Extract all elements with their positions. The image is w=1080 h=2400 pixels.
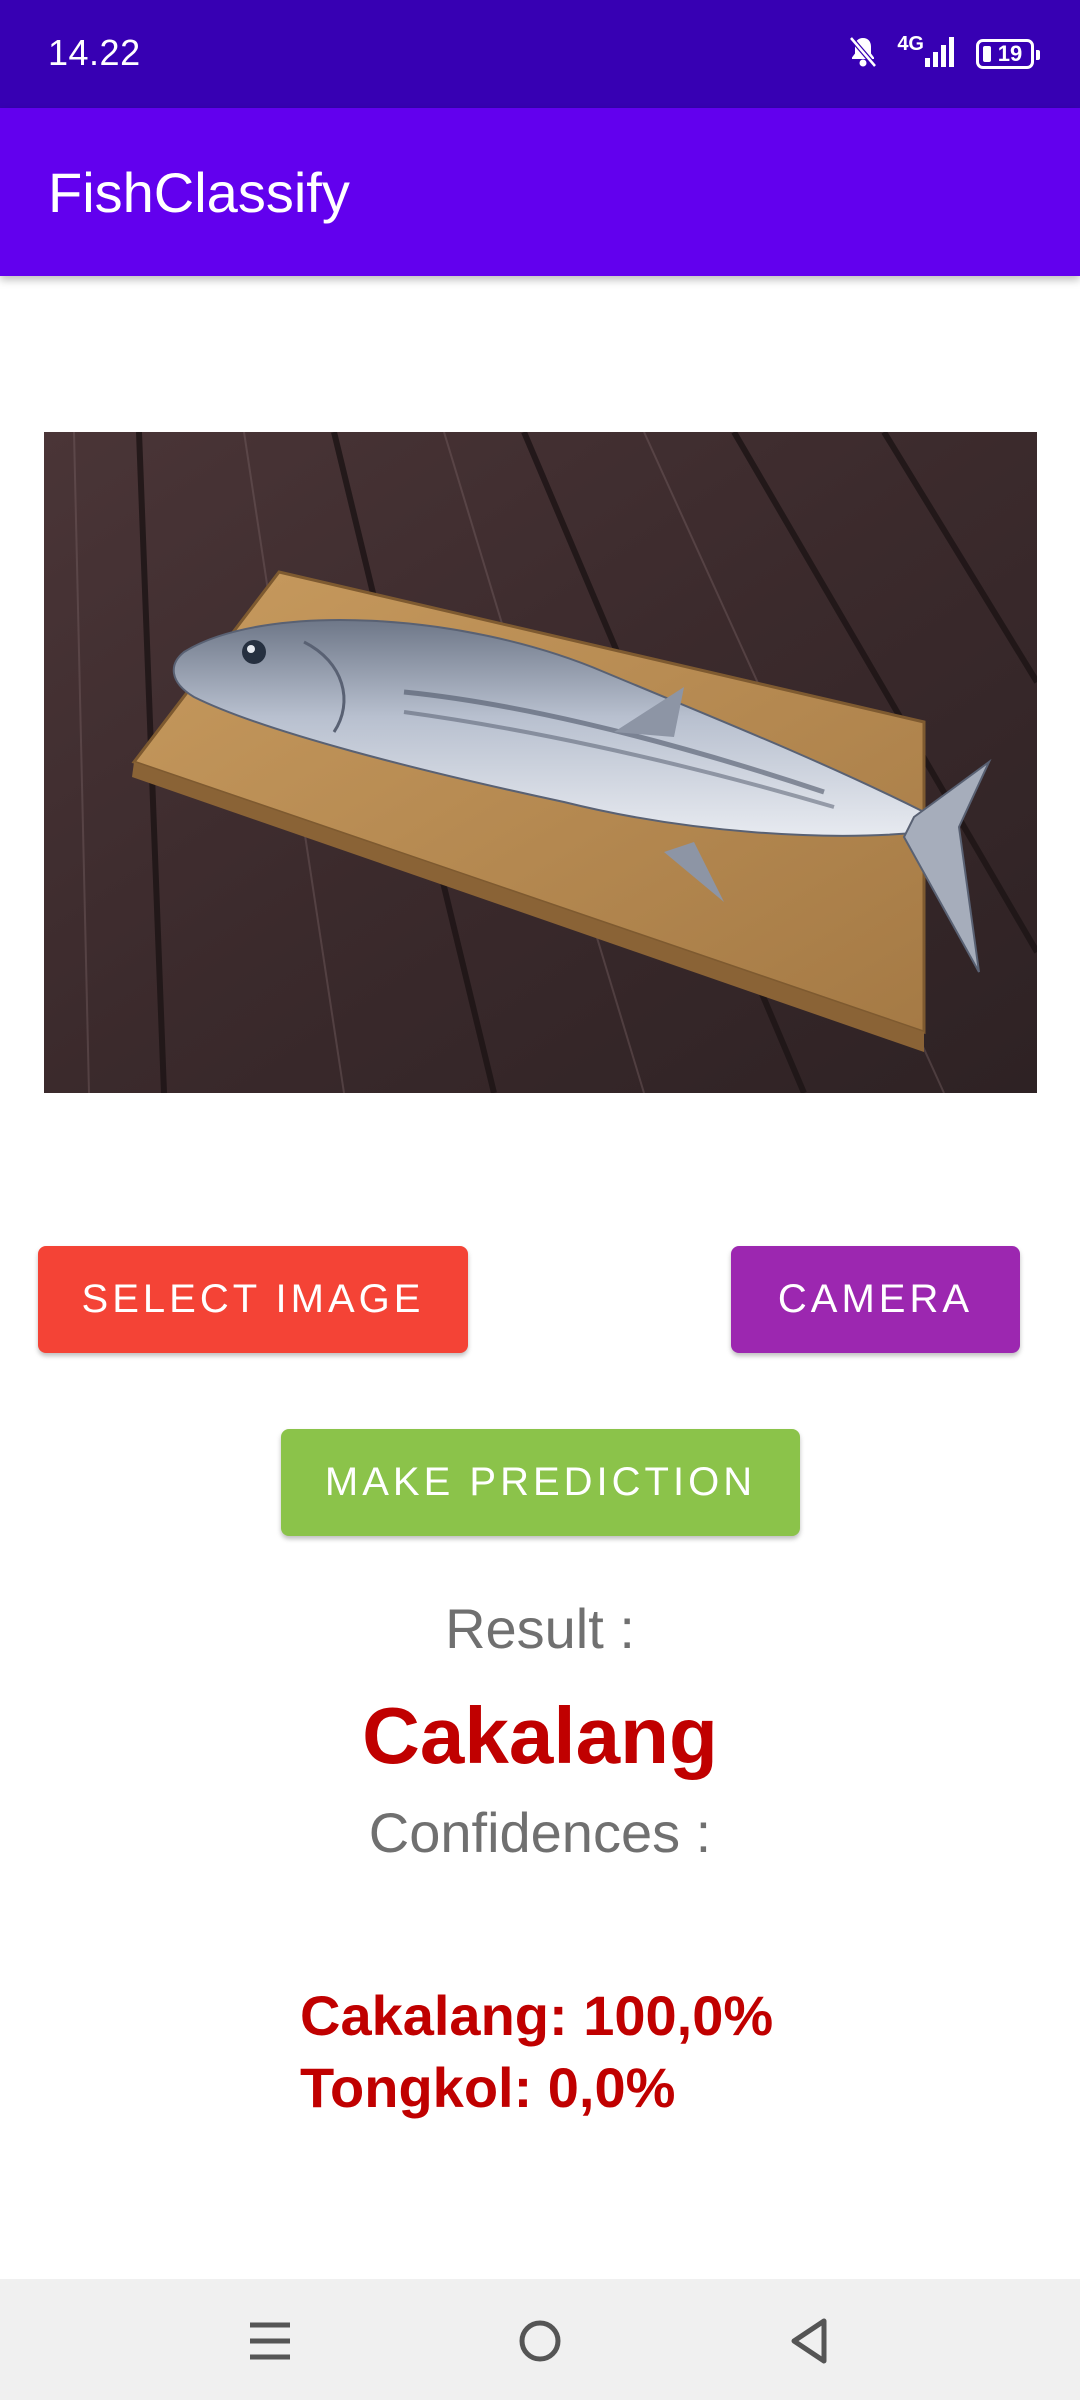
- battery-icon: 19: [976, 39, 1040, 69]
- confidences-label: Confidences :: [368, 1801, 712, 1864]
- signal-icon: [924, 36, 958, 73]
- status-icons: 4G 19: [829, 32, 1040, 76]
- back-triangle-icon: [791, 2318, 827, 2364]
- result-value: Cakalang: [362, 1691, 718, 1780]
- camera-button[interactable]: CAMERA: [731, 1246, 1020, 1353]
- back-button[interactable]: [780, 2311, 840, 2371]
- menu-icon: [250, 2322, 290, 2360]
- recent-apps-button[interactable]: [240, 2311, 300, 2371]
- bell-off-icon: [847, 35, 879, 74]
- navigation-bar: [0, 2279, 1080, 2400]
- network-type: 4G: [897, 32, 924, 55]
- confidences-list: Cakalang: 100,0% Tongkol: 0,0%: [300, 1980, 773, 2124]
- confidence-item: Tongkol: 0,0%: [300, 2056, 676, 2119]
- app-title: FishClassify: [48, 161, 350, 224]
- home-circle-icon: [519, 2320, 561, 2362]
- app-bar: FishClassify: [0, 108, 1080, 276]
- result-label: Result :: [445, 1597, 635, 1660]
- confidence-item: Cakalang: 100,0%: [300, 1984, 774, 2047]
- status-time: 14.22: [48, 32, 141, 73]
- fish-photo-icon: [44, 432, 1037, 1093]
- select-image-button[interactable]: SELECT IMAGE: [38, 1246, 468, 1353]
- make-prediction-button[interactable]: MAKE PREDICTION: [281, 1429, 800, 1536]
- battery-level: 19: [997, 41, 1023, 66]
- status-bar: 14.22 4G 19: [0, 0, 1080, 108]
- home-button[interactable]: [510, 2311, 570, 2371]
- image-preview: [44, 432, 1037, 1093]
